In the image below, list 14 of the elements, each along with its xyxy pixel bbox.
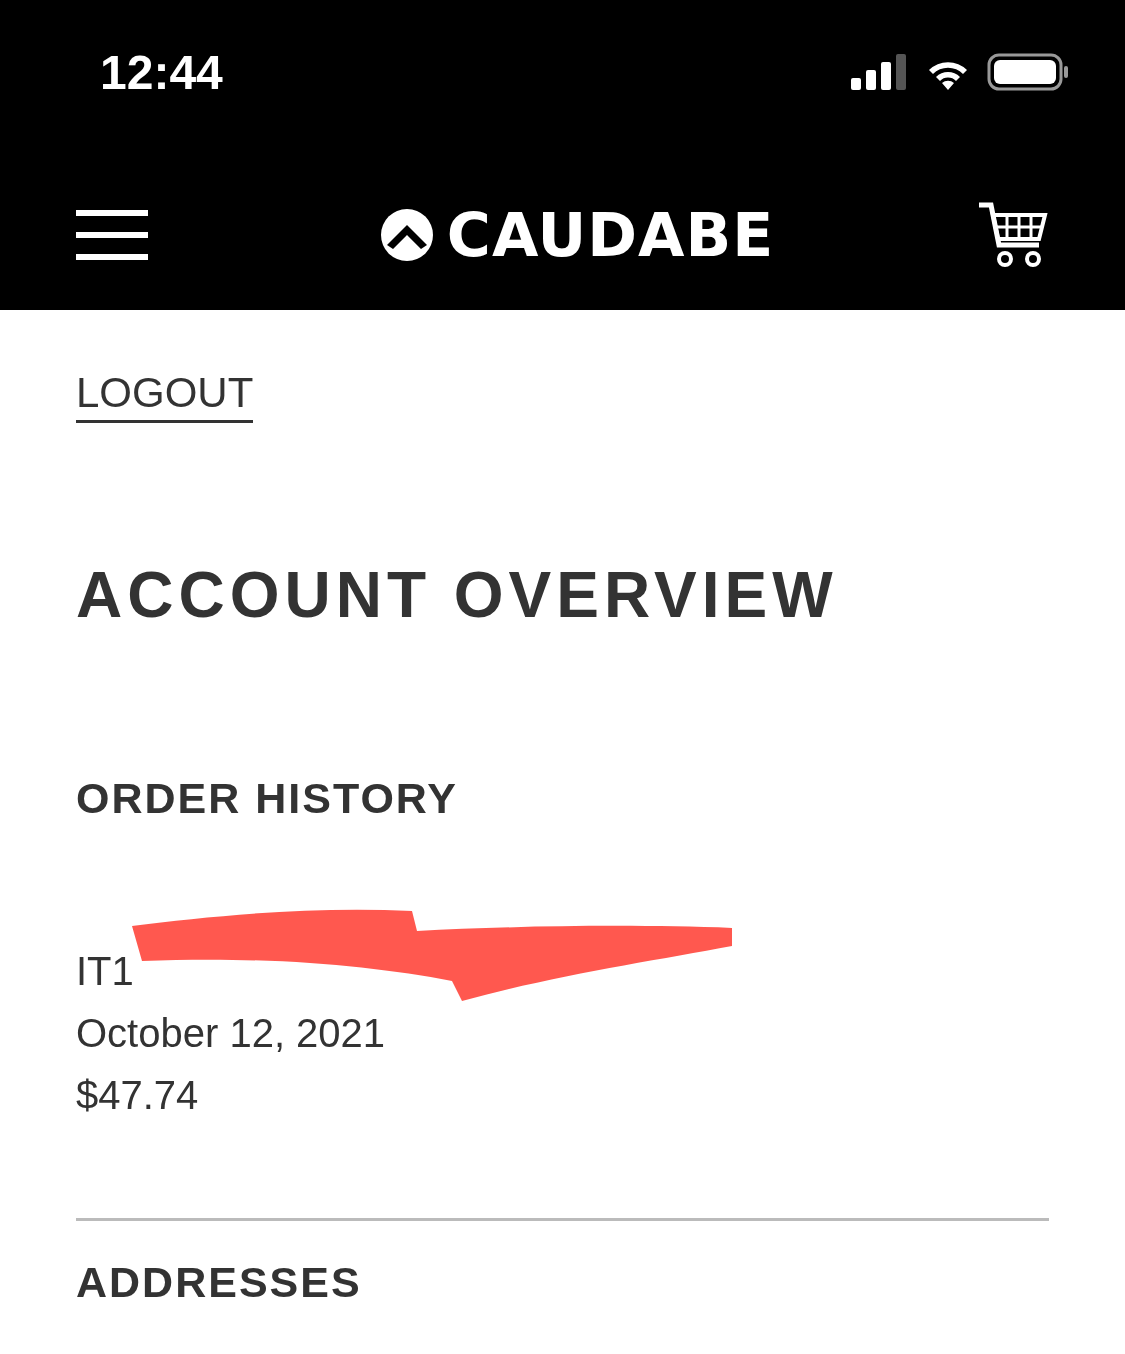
logout-link[interactable]: LOGOUT bbox=[76, 370, 254, 424]
section-heading: ADDRESSES bbox=[76, 1261, 363, 1305]
battery-icon bbox=[987, 53, 1069, 91]
order-number[interactable]: IT1 bbox=[76, 940, 134, 1003]
cart-icon[interactable] bbox=[977, 201, 1049, 269]
order-date: October 12, 2021 bbox=[76, 1010, 386, 1058]
section-heading: ORDER HISTORY bbox=[76, 777, 459, 821]
menu-icon[interactable] bbox=[76, 210, 148, 260]
page-title: ACCOUNT OVERVIEW bbox=[76, 563, 839, 628]
order-total: $47.74 bbox=[76, 1072, 199, 1120]
signal-icon bbox=[851, 54, 909, 90]
status-time: 12:44 bbox=[100, 44, 223, 100]
logo-icon[interactable] bbox=[380, 209, 433, 261]
logo-text[interactable]: CAUDABE bbox=[446, 205, 775, 265]
